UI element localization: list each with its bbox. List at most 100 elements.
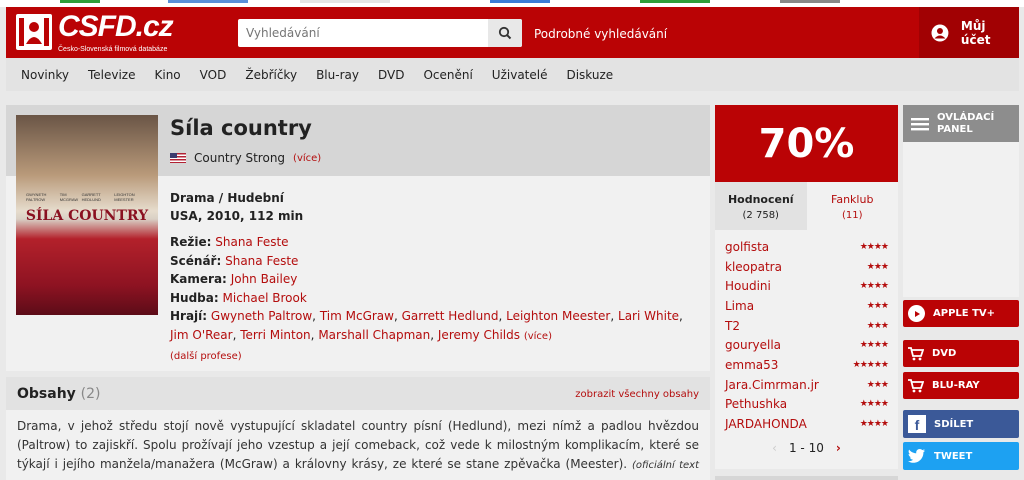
actor-link[interactable]: Leighton Meester — [506, 309, 610, 323]
tab-ratings[interactable]: Hodnocení (2 758) — [715, 182, 807, 230]
control-panel: OVLÁDACÍ PANEL — [903, 105, 1019, 142]
user-name-link[interactable]: Jara.Cimrman.jr — [725, 378, 819, 392]
cast-label: Hrají: — [170, 309, 208, 323]
nav-novinky[interactable]: Novinky — [21, 68, 69, 82]
user-rating-row: JARDAHONDA ★★★★ — [725, 414, 889, 434]
plots-section: Obsahy (2) zobrazit všechny obsahy Drama… — [6, 377, 710, 480]
tab-fanclub-label: Fanklub — [831, 193, 874, 206]
plots-title: Obsahy (2) — [17, 386, 101, 402]
user-stars: ★★★★ — [859, 340, 889, 351]
screenwriter-link[interactable]: Shana Feste — [225, 254, 298, 268]
ratings-pager: ‹ 1 - 10 › — [715, 441, 898, 455]
user-name-link[interactable]: golfista — [725, 240, 769, 254]
actor-link[interactable]: Tim McGraw — [320, 309, 394, 323]
advanced-search-link[interactable]: Podrobné vyhledávání — [534, 27, 667, 41]
user-stars: ★★★★ — [859, 281, 889, 292]
user-rating-row: Pethushka ★★★★ — [725, 395, 889, 415]
actor-link[interactable]: Marshall Chapman — [318, 328, 430, 342]
more-professions-link[interactable]: (další profese) — [170, 351, 242, 362]
user-stars: ★★★★★ — [852, 359, 889, 370]
camera-link[interactable]: John Bailey — [231, 272, 298, 286]
tab-fanclub-count: (11) — [841, 210, 863, 221]
music-label: Hudba: — [170, 290, 219, 305]
user-icon — [931, 24, 949, 41]
menu-icon — [911, 117, 929, 130]
cart-icon — [908, 346, 924, 360]
facebook-share-button[interactable]: f SDÍLET — [903, 410, 1019, 438]
original-title-more-link[interactable]: (více) — [293, 153, 321, 164]
user-name-link[interactable]: Lima — [725, 299, 754, 313]
site-header: CSFD.cz Česko-Slovenská filmová databáze… — [6, 7, 1019, 58]
rating-panel: 70% Hodnocení (2 758) Fanklub (11) golfi… — [715, 105, 898, 469]
user-rating-row: Lima ★★★ — [725, 296, 889, 316]
pager-next-button[interactable]: › — [836, 441, 841, 455]
user-stars: ★★★ — [866, 320, 889, 331]
search-button[interactable] — [488, 19, 522, 47]
tab-ratings-label: Hodnocení — [727, 193, 794, 206]
show-all-plots-link[interactable]: zobrazit všechny obsahy — [575, 389, 699, 400]
rating-tabs: Hodnocení (2 758) Fanklub (11) — [715, 182, 898, 230]
film-genres: Drama / Hudební USA, 2010, 112 min — [170, 189, 303, 225]
user-stars: ★★★★ — [859, 241, 889, 252]
account-label: Můj účet — [960, 18, 991, 47]
cast-more-link[interactable]: (více) — [524, 331, 552, 342]
search-input[interactable] — [238, 19, 486, 47]
film-creators: Režie: Shana Feste Scénář: Shana Feste K… — [170, 233, 700, 367]
user-name-link[interactable]: Houdini — [725, 279, 771, 293]
nav-vod[interactable]: VOD — [200, 68, 227, 82]
nav-zebricky[interactable]: Žebříčky — [245, 68, 297, 82]
user-rating-row: gouryella ★★★★ — [725, 335, 889, 355]
nav-oceneni[interactable]: Ocenění — [423, 68, 472, 82]
next-panel-edge — [715, 476, 898, 480]
nav-televize[interactable]: Televize — [88, 68, 136, 82]
cart-icon — [908, 378, 924, 392]
plots-count: (2) — [80, 386, 101, 402]
apple-tv-button[interactable]: APPLE TV+ — [903, 300, 1019, 327]
user-name-link[interactable]: emma53 — [725, 358, 778, 372]
film-detail: GWYNETH PALTROW TIM MCGRAW GARRETT HEDLU… — [6, 105, 710, 371]
film-poster[interactable]: GWYNETH PALTROW TIM MCGRAW GARRETT HEDLU… — [16, 115, 158, 315]
user-name-link[interactable]: kleopatra — [725, 260, 782, 274]
cast-list: Hrají: Gwyneth Paltrow, Tim McGraw, Garr… — [170, 309, 683, 342]
main-nav: Novinky Televize Kino VOD Žebříčky Blu-r… — [6, 58, 1019, 91]
logo-text: CSFD.cz — [58, 10, 174, 43]
site-logo[interactable]: CSFD.cz Česko-Slovenská filmová databáze — [16, 10, 186, 54]
actor-link[interactable]: Gwyneth Paltrow — [211, 309, 312, 323]
dvd-button[interactable]: DVD — [903, 340, 1019, 367]
user-rating-row: Jara.Cimrman.jr ★★★ — [725, 375, 889, 395]
actor-link[interactable]: Jeremy Childs — [438, 328, 520, 342]
nav-uzivatele[interactable]: Uživatelé — [492, 68, 548, 82]
twitter-tweet-button[interactable]: TWEET — [903, 442, 1019, 470]
nav-bluray[interactable]: Blu-ray — [316, 68, 359, 82]
account-button[interactable]: Můj účet — [919, 7, 1019, 58]
tweet-label: TWEET — [934, 450, 973, 462]
bluray-label: BLU-RAY — [932, 380, 980, 391]
actor-link[interactable]: Jim O'Rear — [170, 328, 233, 342]
user-rating-row: kleopatra ★★★ — [725, 257, 889, 277]
user-name-link[interactable]: T2 — [725, 319, 740, 333]
nav-diskuze[interactable]: Diskuze — [566, 68, 613, 82]
user-name-link[interactable]: Pethushka — [725, 397, 787, 411]
user-name-link[interactable]: gouryella — [725, 338, 781, 352]
actor-link[interactable]: Lari White — [618, 309, 679, 323]
nav-dvd[interactable]: DVD — [378, 68, 404, 82]
rating-average: 70% — [715, 105, 898, 182]
control-panel-label: OVLÁDACÍ PANEL — [937, 111, 995, 135]
director-link[interactable]: Shana Feste — [215, 235, 288, 249]
bluray-button[interactable]: BLU-RAY — [903, 372, 1019, 399]
user-name-link[interactable]: JARDAHONDA — [725, 417, 807, 431]
music-link[interactable]: Michael Brook — [223, 291, 307, 305]
screenplay-label: Scénář: — [170, 253, 222, 268]
control-panel-button[interactable]: OVLÁDACÍ PANEL — [903, 105, 1019, 142]
user-stars: ★★★ — [866, 300, 889, 311]
user-rating-row: T2 ★★★ — [725, 316, 889, 336]
nav-kino[interactable]: Kino — [155, 68, 181, 82]
search-icon — [498, 26, 512, 40]
tab-fanclub[interactable]: Fanklub (11) — [806, 182, 898, 230]
user-stars: ★★★★ — [859, 399, 889, 410]
actor-link[interactable]: Terri Minton — [240, 328, 310, 342]
pager-prev-button[interactable]: ‹ — [772, 441, 777, 455]
logo-subtitle: Česko-Slovenská filmová databáze — [58, 46, 168, 53]
actor-link[interactable]: Garrett Hedlund — [402, 309, 499, 323]
pager-range: 1 - 10 — [788, 441, 824, 455]
